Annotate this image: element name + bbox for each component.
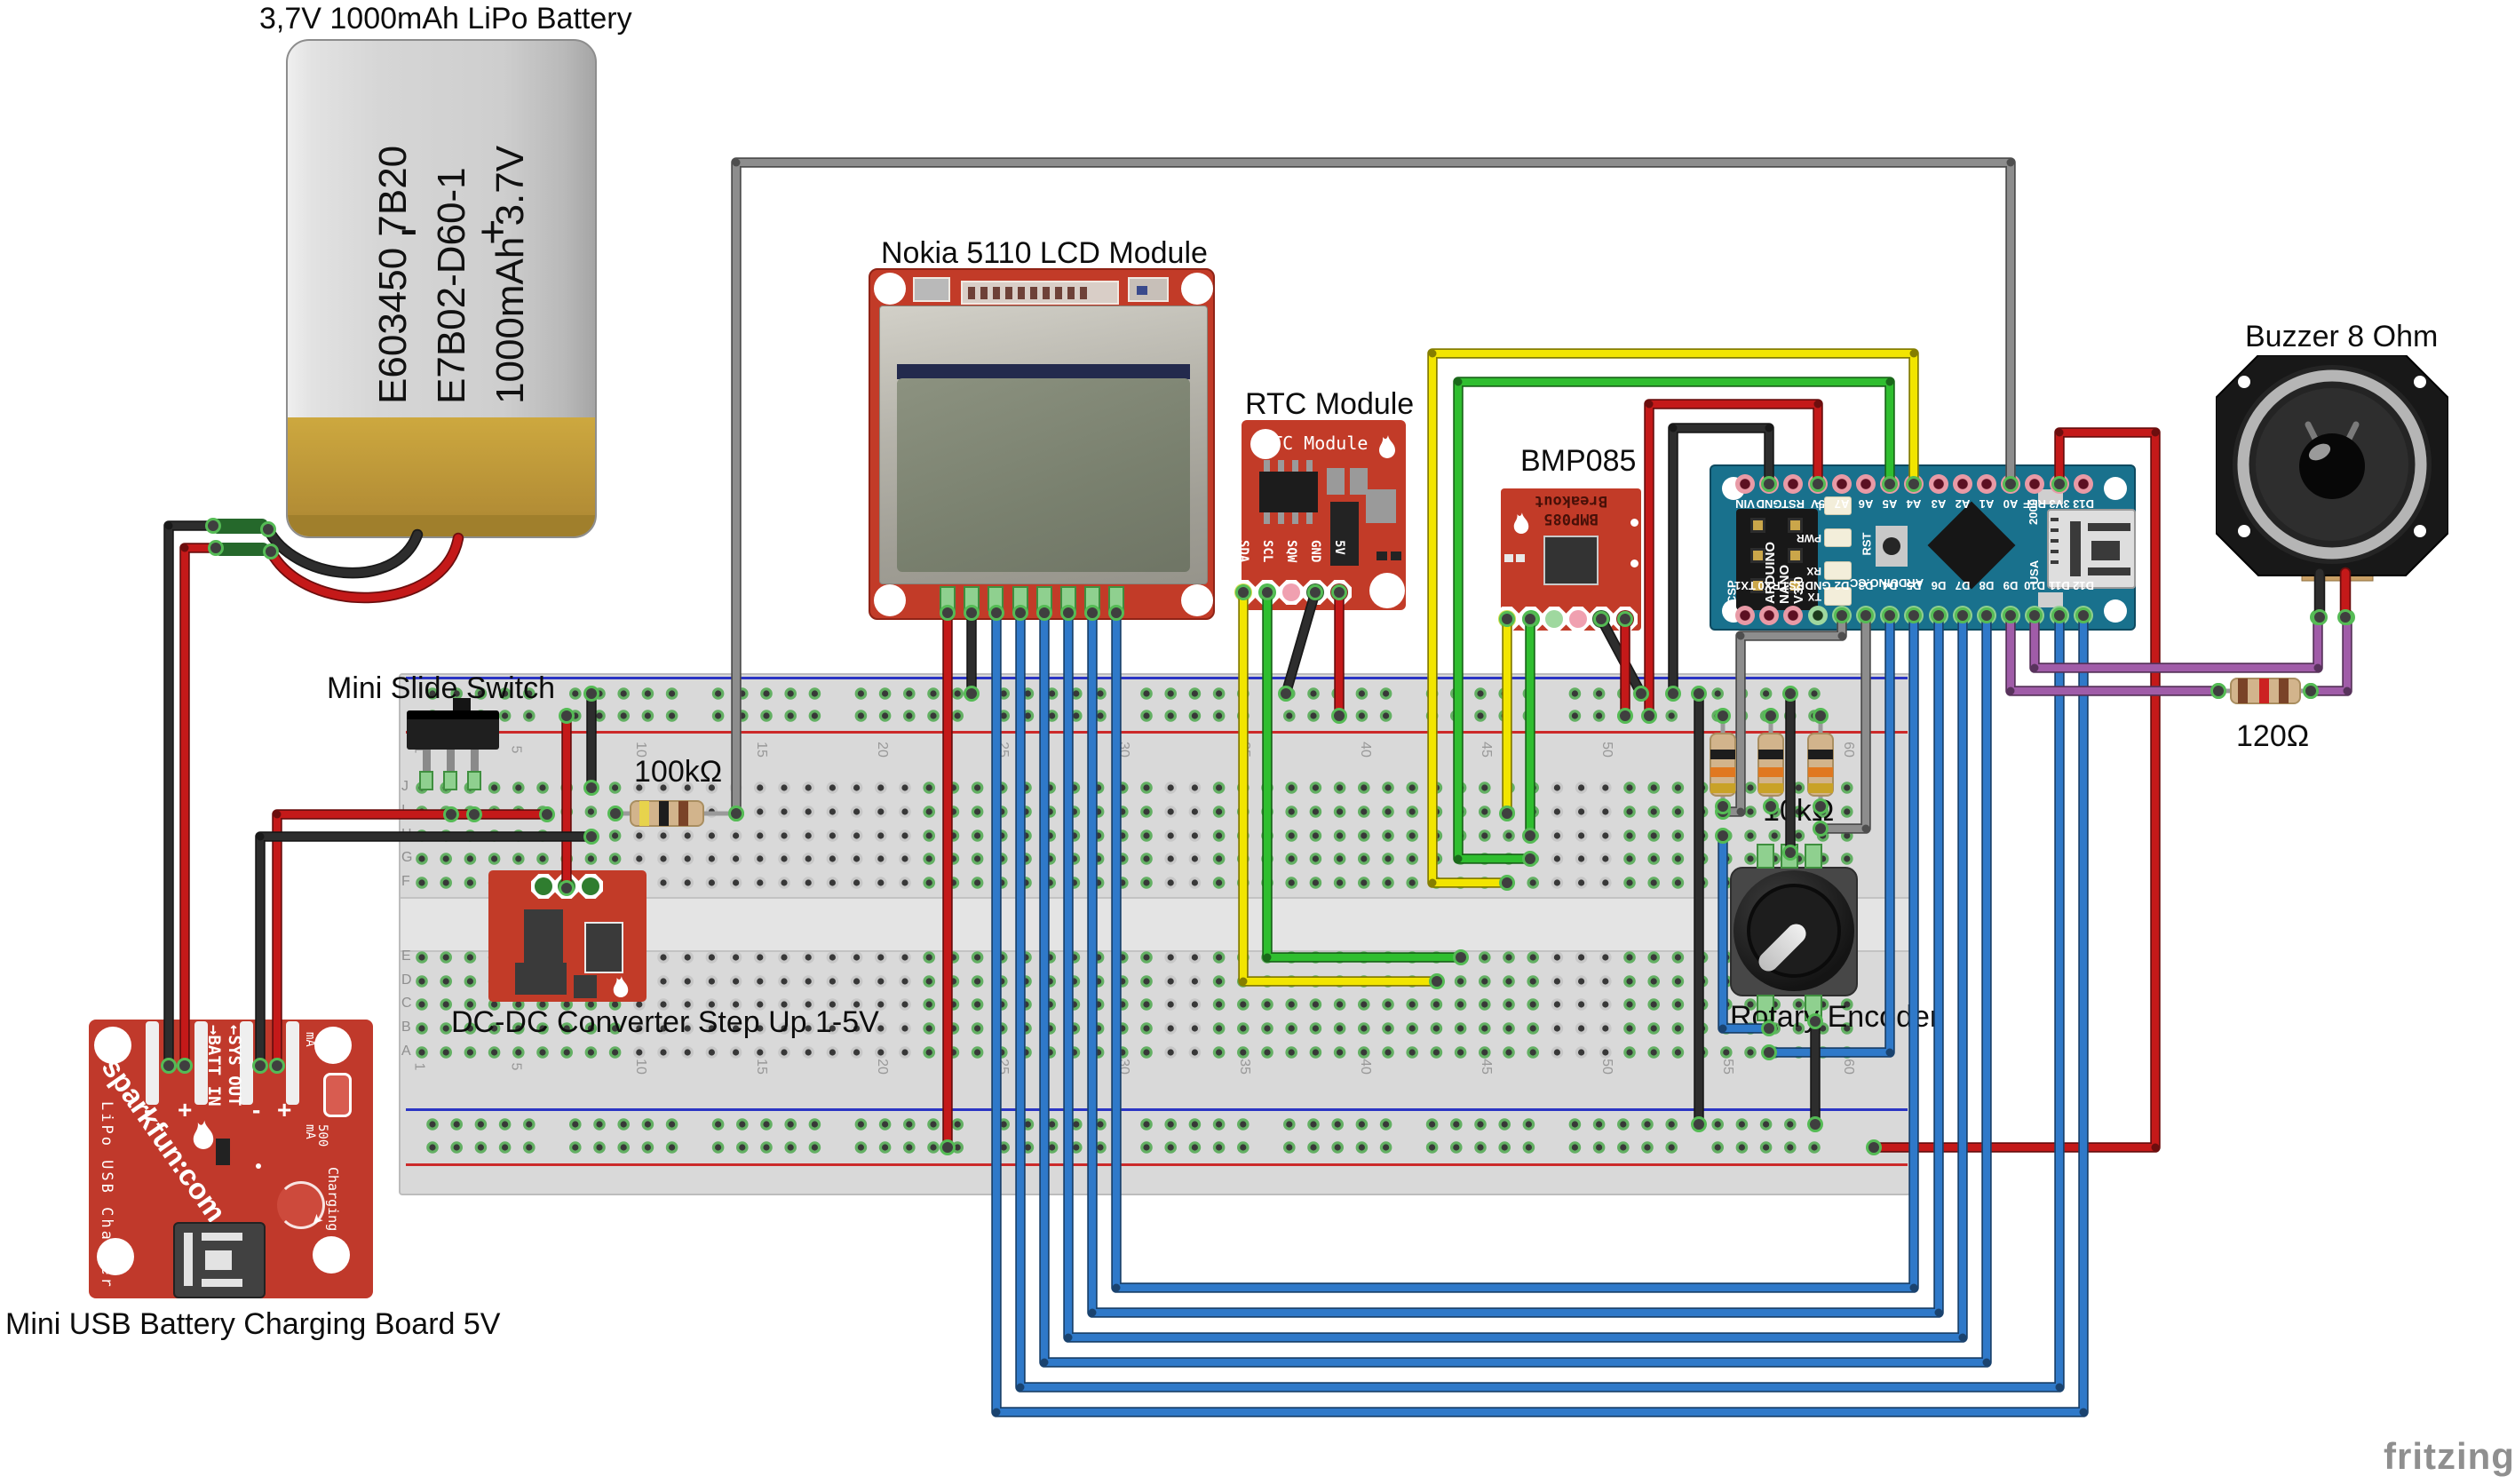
resistor-100k[interactable] [615, 801, 736, 826]
wire-d9-resistor[interactable] [2011, 615, 2218, 691]
resistor-10k-2[interactable] [1758, 716, 1783, 806]
wire-d9-resistor[interactable] [2011, 615, 2218, 691]
wires-layer[interactable] [0, 0, 2515, 1484]
resistor-10k-1[interactable] [1710, 716, 1735, 806]
wire-lcd-5[interactable] [1092, 613, 1939, 1313]
wire-lcd-3[interactable] [1044, 613, 1987, 1362]
wire-d10-buzzer[interactable] [2035, 615, 2318, 668]
wire-lcd-5[interactable] [1092, 613, 1939, 1313]
wire-rtc-gnd[interactable] [1286, 592, 1315, 694]
wire-lcd-4[interactable] [1068, 613, 1963, 1337]
wire-encoder-blue[interactable] [1723, 836, 1769, 1028]
wire-d3-resistor[interactable] [1821, 615, 1866, 829]
wire-sysout-pos[interactable] [277, 814, 547, 1066]
wire-lcd-2[interactable] [1020, 613, 2059, 1387]
fritzing-breadboard-view: E603450 7B20 E7B02-D60-1 1000mAh 3.7V - … [0, 0, 2515, 1484]
wire-sysout-neg[interactable] [260, 837, 591, 1066]
wire-encoder-blue[interactable] [1723, 836, 1769, 1028]
wire-lcd-2[interactable] [1020, 613, 2059, 1387]
wire-d10-buzzer[interactable] [2035, 615, 2318, 668]
wire-batt-neg[interactable] [169, 526, 213, 1066]
wire-nano-gnd[interactable] [1673, 428, 1769, 694]
wire-sysout-neg[interactable] [260, 837, 591, 1066]
wire-sysout-pos[interactable] [277, 814, 547, 1066]
wire-batt-pos[interactable] [185, 548, 216, 1066]
wire-nano-gnd[interactable] [1673, 428, 1769, 694]
wire-batt-lead-neg[interactable] [268, 529, 417, 573]
resistor-10k-3[interactable] [1808, 716, 1833, 806]
wire-lcd-4[interactable] [1068, 613, 1963, 1337]
resistor-120[interactable] [2218, 679, 2311, 703]
wire-lcd-3[interactable] [1044, 613, 1987, 1362]
wire-batt-neg[interactable] [169, 526, 213, 1066]
wire-d3-resistor[interactable] [1821, 615, 1866, 829]
